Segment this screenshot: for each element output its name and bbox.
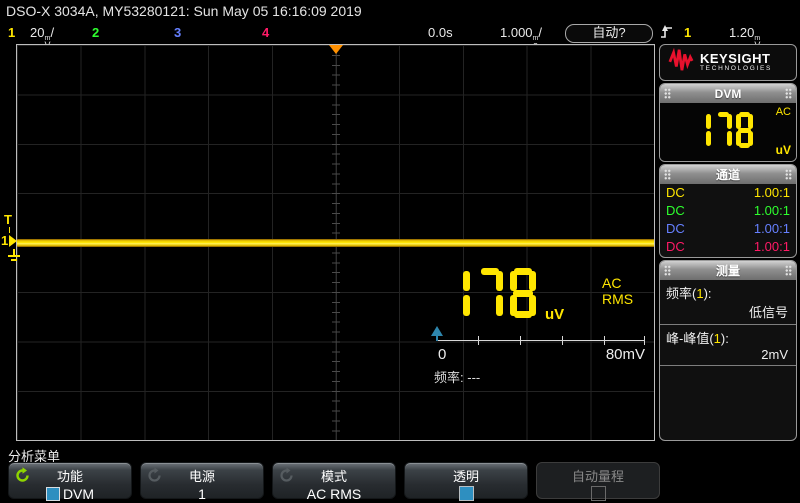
measurements-panel: 测量 频率(1): 低信号 峰-峰值(1): 2mV xyxy=(659,260,797,441)
window-title: DSO-X 3034A, MY53280121: Sun May 05 16:1… xyxy=(6,3,362,19)
checkbox-empty-icon xyxy=(591,486,606,501)
cycle-icon xyxy=(278,467,295,489)
measurement-label: 峰-峰值(1): xyxy=(660,325,796,347)
measurements-panel-title: 测量 xyxy=(716,262,740,279)
grip-icon xyxy=(664,169,671,180)
dvm-onscreen-readout: uV xyxy=(444,268,564,323)
softkey-mode[interactable]: 模式 AC RMS xyxy=(272,462,396,499)
measurement-label: 频率(1): xyxy=(660,280,796,302)
scale-tick xyxy=(520,336,521,345)
measurement-value: 2mV xyxy=(660,347,796,366)
trigger-source: 1 xyxy=(684,24,691,42)
dvm-scale-line xyxy=(437,340,645,341)
scale-tick xyxy=(478,336,479,345)
cycle-icon xyxy=(14,467,31,489)
brand-subtitle: TECHNOLOGIES xyxy=(700,65,772,73)
dvm-panel-unit: uV xyxy=(776,143,791,157)
dvm-panel-digits xyxy=(694,112,757,153)
grip-icon xyxy=(785,88,792,99)
softkey-autorange: 自动量程 xyxy=(536,462,660,499)
dvm-onscreen-digits xyxy=(444,268,543,323)
dvm-swatch-icon xyxy=(46,487,60,501)
dvm-mode-label: AC RMS xyxy=(602,275,654,307)
checkbox-checked-icon[interactable] xyxy=(459,486,474,501)
channel-row: DC1.00:1 xyxy=(660,238,796,256)
dvm-panel-mode: AC xyxy=(776,106,791,118)
grip-icon xyxy=(785,169,792,180)
oscilloscope-screen: DSO-X 3034A, MY53280121: Sun May 05 16:1… xyxy=(0,0,800,503)
channel3-number[interactable]: 3 xyxy=(174,24,181,42)
sidebar: KEYSIGHT TECHNOLOGIES DVM AC uV 通道 DC1 xyxy=(659,44,799,441)
channel1-trace[interactable] xyxy=(17,239,654,247)
channels-panel: 通道 DC1.00:1 DC1.00:1 DC1.00:1 DC1.00:1 xyxy=(659,164,797,258)
dvm-panel-title: DVM xyxy=(715,87,742,101)
channel1-number[interactable]: 1 xyxy=(8,24,15,42)
grip-icon xyxy=(664,88,671,99)
grip-icon xyxy=(785,265,792,276)
cycle-icon xyxy=(146,467,163,489)
right-triangle-icon xyxy=(9,235,17,247)
measurement-value: 低信号 xyxy=(660,302,796,325)
scale-tick xyxy=(604,336,605,345)
softkey-label: 自动量程 xyxy=(537,466,659,485)
trigger-position-icon[interactable] xyxy=(329,45,343,54)
dvm-panel: DVM AC uV xyxy=(659,83,797,162)
dvm-panel-header[interactable]: DVM xyxy=(660,84,796,103)
keysight-spark-icon xyxy=(668,47,694,78)
channel1-ground-marker[interactable]: 1 xyxy=(1,233,17,248)
dvm-onscreen-unit: uV xyxy=(545,306,564,323)
scale-max-label: 80mV xyxy=(577,346,645,363)
scale-min-label: 0 xyxy=(438,346,446,363)
trigger-level-marker[interactable]: T xyxy=(4,212,12,227)
channel-row: DC1.00:1 xyxy=(660,184,796,202)
trigger-slope-icon xyxy=(660,24,673,44)
time-reference: 0.0s xyxy=(428,24,453,42)
channel-row: DC1.00:1 xyxy=(660,202,796,220)
softkey-transparent[interactable]: 透明 xyxy=(404,462,528,499)
scale-tick xyxy=(562,336,563,345)
dvm-marker-stem xyxy=(436,334,438,341)
dvm-frequency-readout: 频率: --- xyxy=(434,367,480,386)
channels-panel-header[interactable]: 通道 xyxy=(660,165,796,184)
softkey-value: DVM xyxy=(63,486,94,502)
softkey-source[interactable]: 电源 1 xyxy=(140,462,264,499)
channel4-number[interactable]: 4 xyxy=(262,24,269,42)
softkey-label: 透明 xyxy=(405,466,527,485)
grip-icon xyxy=(664,265,671,276)
brand-name: KEYSIGHT xyxy=(700,52,772,65)
channel2-number[interactable]: 2 xyxy=(92,24,99,42)
channel-row: DC1.00:1 xyxy=(660,220,796,238)
measurements-panel-header[interactable]: 测量 xyxy=(660,261,796,280)
auto-trigger-button[interactable]: 自动? xyxy=(565,24,653,43)
ground-icon xyxy=(6,249,22,270)
keysight-logo: KEYSIGHT TECHNOLOGIES xyxy=(659,44,797,81)
softkey-function[interactable]: 功能 DVM xyxy=(8,462,132,499)
waveform-graticule: uV AC RMS 0 80mV 频率: --- xyxy=(16,44,655,441)
channels-panel-title: 通道 xyxy=(716,166,740,183)
status-bar: 1 20mV/ 2 3 4 0.0s 1.000ms/ 自动? 1 1.20mV xyxy=(0,24,800,42)
scale-tick xyxy=(644,336,645,345)
